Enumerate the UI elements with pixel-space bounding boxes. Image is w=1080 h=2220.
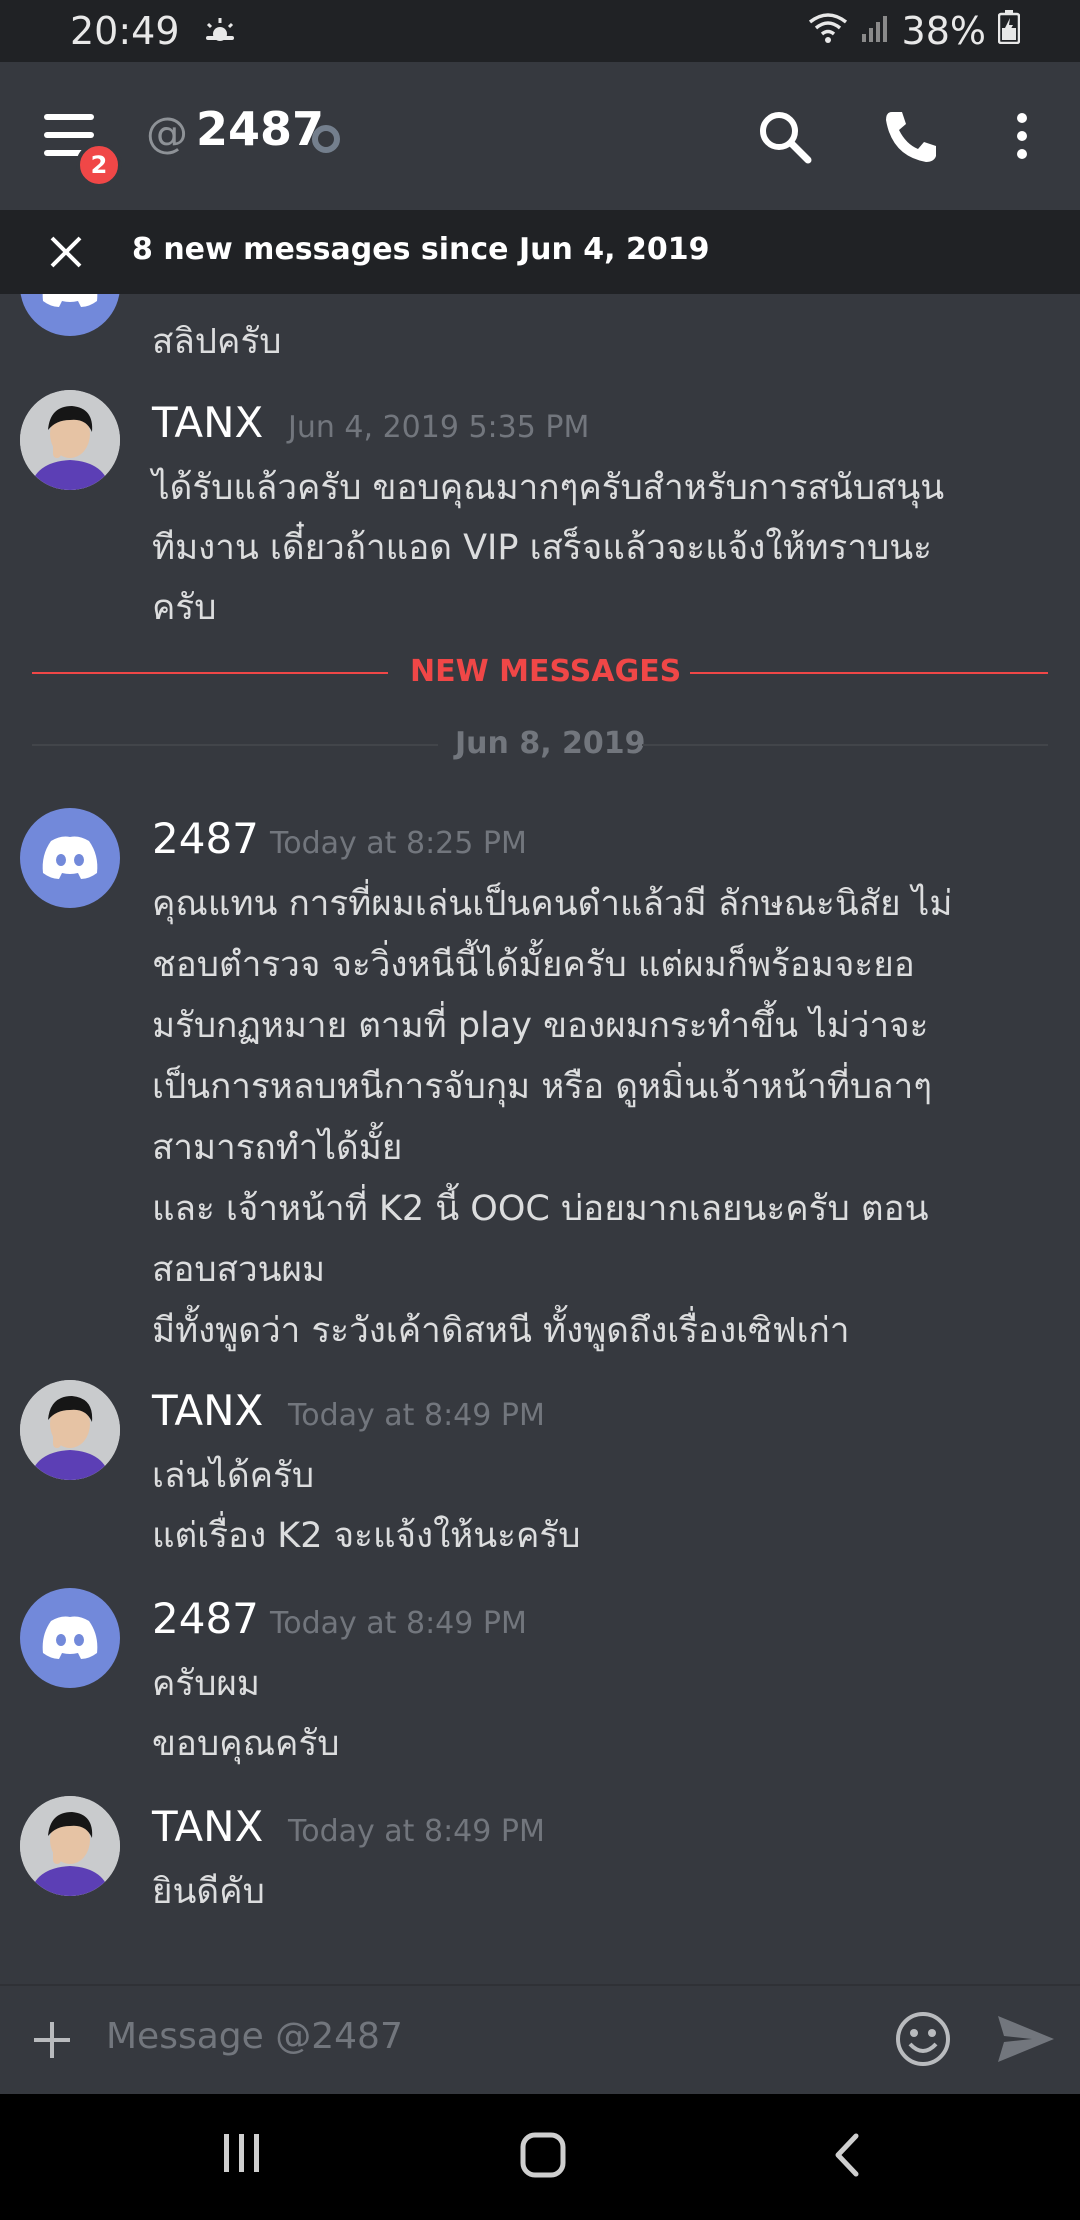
- message-timestamp: Jun 4, 2019 5:35 PM: [288, 410, 590, 445]
- send-icon[interactable]: [996, 2012, 1056, 2066]
- status-bar: 20:49 38%: [0, 0, 1080, 62]
- status-time: 20:49: [70, 9, 180, 53]
- message-timestamp: Today at 8:49 PM: [288, 1814, 545, 1849]
- weather-icon: [202, 9, 238, 53]
- message-line: คุณแทน การที่ผมเล่นเป็นคนดำแล้วมี ลักษณะ…: [152, 884, 953, 924]
- discord-logo-icon: [42, 836, 98, 879]
- new-messages-bar[interactable]: 8 new messages since Jun 4, 2019: [0, 210, 1080, 294]
- back-icon[interactable]: [832, 2132, 862, 2182]
- avatar[interactable]: [20, 808, 120, 908]
- avatar[interactable]: [20, 294, 120, 336]
- message-line: เป็นการหลบหนีการจับกุม หรือ ดูหมิ่นเจ้าห…: [152, 1067, 933, 1107]
- avatar[interactable]: [20, 1588, 120, 1688]
- app-root: 20:49 38% 2 @ 2487 8 new messages since …: [0, 0, 1080, 2220]
- message-line: สอบสวนผม: [152, 1250, 326, 1290]
- date-label: Jun 8, 2019: [455, 726, 646, 761]
- more-vertical-icon[interactable]: [990, 104, 1050, 170]
- message-line: ชอบตำรวจ จะวิ่งหนีนี้ได้มั้ยครับ แต่ผมก็…: [152, 945, 915, 985]
- message-author[interactable]: TANX: [152, 1386, 263, 1435]
- message-line: มรับกฏหมาย ตามที่ play ของผมกระทำขึ้น ไม…: [152, 1006, 929, 1046]
- at-symbol: @: [146, 108, 188, 157]
- message-line: ได้รับแล้วครับ ขอบคุณมากๆครับสำหรับการสน…: [152, 468, 945, 508]
- message-input[interactable]: Message @2487: [106, 2016, 403, 2057]
- search-icon[interactable]: [752, 104, 818, 170]
- message-author[interactable]: 2487: [152, 1594, 259, 1643]
- message-composer: Message @2487: [0, 1984, 1080, 2094]
- message-line: ทีมงาน เดี๋ยวถ้าแอด VIP เสร็จแล้วจะแจ้งใ…: [152, 528, 932, 568]
- message-timestamp: Today at 8:49 PM: [270, 1606, 527, 1641]
- recents-icon[interactable]: [222, 2132, 262, 2178]
- message-author[interactable]: 2487: [152, 814, 259, 863]
- channel-header: 2 @ 2487: [0, 62, 1080, 210]
- new-messages-text: 8 new messages since Jun 4, 2019: [132, 232, 710, 267]
- battery-percent: 38%: [901, 9, 986, 53]
- new-messages-label: NEW MESSAGES: [410, 654, 682, 689]
- wifi-icon: [808, 9, 848, 53]
- message-timestamp: Today at 8:25 PM: [270, 826, 527, 861]
- message-line: มีทั้งพูดว่า ระวังเค้าดิสหนี ทั้งพูดถึงเ…: [152, 1311, 850, 1351]
- discord-logo-icon: [42, 1616, 98, 1659]
- message-line: แต่เรื่อง K2 จะแจ้งให้นะครับ: [152, 1516, 581, 1556]
- channel-title[interactable]: 2487: [196, 102, 324, 156]
- message-timestamp: Today at 8:49 PM: [288, 1398, 545, 1433]
- emoji-icon[interactable]: [894, 2010, 952, 2068]
- home-icon[interactable]: [520, 2132, 566, 2182]
- message-line: ขอบคุณครับ: [152, 1724, 340, 1764]
- plus-icon[interactable]: [30, 2018, 74, 2062]
- signal-icon: [860, 9, 890, 53]
- battery-icon: [997, 9, 1021, 53]
- close-icon[interactable]: [48, 234, 84, 270]
- offline-status-icon: [312, 125, 340, 153]
- message-line: ครับ: [152, 588, 217, 628]
- notification-badge: 2: [76, 142, 122, 188]
- message-line: เล่นได้ครับ: [152, 1456, 315, 1496]
- message-author[interactable]: TANX: [152, 398, 263, 447]
- message-list[interactable]: สลิปครับ TANX Jun 4, 2019 5:35 PM ได้รับ…: [0, 294, 1080, 1984]
- avatar[interactable]: [20, 390, 120, 490]
- message-line: ครับผม: [152, 1664, 261, 1704]
- message-line: สามารถทำได้มั้ย: [152, 1128, 403, 1168]
- message-line: และ เจ้าหน้าที่ K2 นี้ OOC บ่อยมากเลยนะค…: [152, 1189, 929, 1229]
- system-nav-bar: [0, 2094, 1080, 2220]
- message-author[interactable]: TANX: [152, 1802, 263, 1851]
- message-line: ยินดีคับ: [152, 1872, 265, 1912]
- message-line: สลิปครับ: [152, 322, 282, 362]
- discord-logo-icon: [42, 294, 98, 307]
- avatar[interactable]: [20, 1796, 120, 1896]
- avatar[interactable]: [20, 1380, 120, 1480]
- phone-icon[interactable]: [878, 104, 944, 170]
